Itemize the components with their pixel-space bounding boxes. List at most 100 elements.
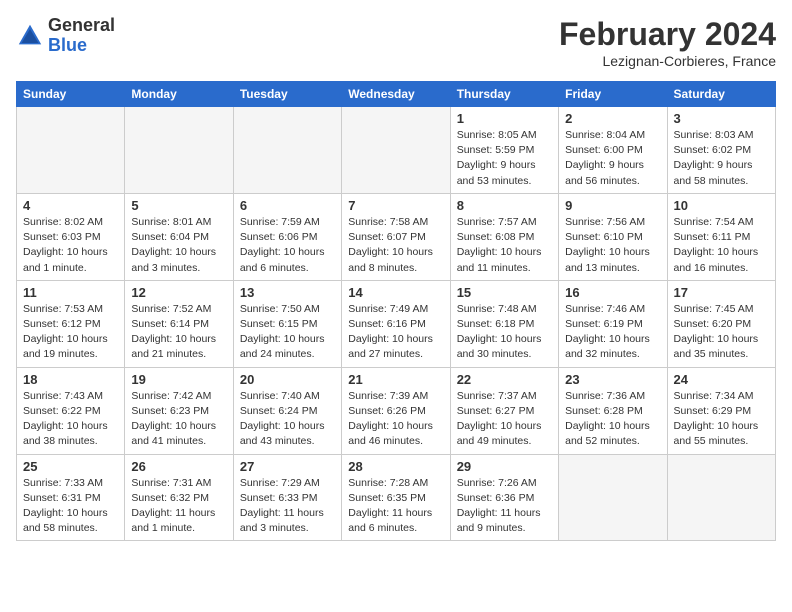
calendar-day-cell: 17Sunrise: 7:45 AMSunset: 6:20 PMDayligh…	[667, 280, 775, 367]
day-info: Sunrise: 8:04 AMSunset: 6:00 PMDaylight:…	[565, 128, 660, 189]
day-info: Sunrise: 7:53 AMSunset: 6:12 PMDaylight:…	[23, 302, 118, 363]
calendar-day-cell: 2 Sunrise: 8:04 AMSunset: 6:00 PMDaylight…	[559, 107, 667, 194]
day-number: 22	[457, 372, 552, 387]
calendar-day-cell: 23 Sunrise: 7:36 AMSunset: 6:28 PMDayligh…	[559, 367, 667, 454]
day-info: Sunrise: 7:46 AMSunset: 6:19 PMDaylight:…	[565, 302, 660, 363]
day-info: Sunrise: 7:59 AMSunset: 6:06 PMDaylight:…	[240, 215, 335, 276]
calendar-day-cell: 24Sunrise: 7:34 AMSunset: 6:29 PMDayligh…	[667, 367, 775, 454]
calendar-day-cell: 19 Sunrise: 7:42 AMSunset: 6:23 PMDayligh…	[125, 367, 233, 454]
day-info: Sunrise: 7:54 AMSunset: 6:11 PMDaylight:…	[674, 215, 769, 276]
day-info: Sunrise: 8:05 AMSunset: 5:59 PMDaylight:…	[457, 128, 552, 189]
calendar-body: 1 Sunrise: 8:05 AMSunset: 5:59 PMDaylight…	[17, 107, 776, 541]
day-number: 27	[240, 459, 335, 474]
calendar-table: SundayMondayTuesdayWednesdayThursdayFrid…	[16, 81, 776, 541]
weekday-header-cell: Saturday	[667, 82, 775, 107]
calendar-day-cell: 18 Sunrise: 7:43 AMSunset: 6:22 PMDayligh…	[17, 367, 125, 454]
day-info: Sunrise: 8:02 AMSunset: 6:03 PMDaylight:…	[23, 215, 118, 276]
day-info: Sunrise: 7:58 AMSunset: 6:07 PMDaylight:…	[348, 215, 443, 276]
day-number: 4	[23, 198, 118, 213]
calendar-header: SundayMondayTuesdayWednesdayThursdayFrid…	[17, 82, 776, 107]
weekday-header-cell: Wednesday	[342, 82, 450, 107]
logo-general-text: General	[48, 16, 115, 36]
month-year-title: February 2024	[559, 16, 776, 53]
calendar-day-cell	[667, 454, 775, 541]
day-info: Sunrise: 7:39 AMSunset: 6:26 PMDaylight:…	[348, 389, 443, 450]
calendar-day-cell: 16 Sunrise: 7:46 AMSunset: 6:19 PMDayligh…	[559, 280, 667, 367]
day-info: Sunrise: 7:52 AMSunset: 6:14 PMDaylight:…	[131, 302, 226, 363]
calendar-day-cell	[559, 454, 667, 541]
logo-blue-text: Blue	[48, 36, 115, 56]
calendar-day-cell: 27 Sunrise: 7:29 AMSunset: 6:33 PMDayligh…	[233, 454, 341, 541]
calendar-day-cell: 9 Sunrise: 7:56 AMSunset: 6:10 PMDaylight…	[559, 193, 667, 280]
day-number: 25	[23, 459, 118, 474]
calendar-week-row: 4 Sunrise: 8:02 AMSunset: 6:03 PMDaylight…	[17, 193, 776, 280]
day-number: 21	[348, 372, 443, 387]
calendar-day-cell	[125, 107, 233, 194]
day-number: 2	[565, 111, 660, 126]
calendar-week-row: 11 Sunrise: 7:53 AMSunset: 6:12 PMDayligh…	[17, 280, 776, 367]
day-number: 12	[131, 285, 226, 300]
calendar-day-cell: 4 Sunrise: 8:02 AMSunset: 6:03 PMDaylight…	[17, 193, 125, 280]
day-number: 19	[131, 372, 226, 387]
day-number: 18	[23, 372, 118, 387]
day-info: Sunrise: 7:50 AMSunset: 6:15 PMDaylight:…	[240, 302, 335, 363]
calendar-day-cell: 1 Sunrise: 8:05 AMSunset: 5:59 PMDaylight…	[450, 107, 558, 194]
weekday-header-cell: Friday	[559, 82, 667, 107]
day-info: Sunrise: 7:43 AMSunset: 6:22 PMDaylight:…	[23, 389, 118, 450]
day-info: Sunrise: 7:29 AMSunset: 6:33 PMDaylight:…	[240, 476, 335, 537]
title-block: February 2024 Lezignan-Corbieres, France	[559, 16, 776, 69]
day-number: 9	[565, 198, 660, 213]
calendar-day-cell: 21 Sunrise: 7:39 AMSunset: 6:26 PMDayligh…	[342, 367, 450, 454]
day-info: Sunrise: 7:57 AMSunset: 6:08 PMDaylight:…	[457, 215, 552, 276]
calendar-day-cell: 13 Sunrise: 7:50 AMSunset: 6:15 PMDayligh…	[233, 280, 341, 367]
day-number: 28	[348, 459, 443, 474]
day-number: 16	[565, 285, 660, 300]
calendar-day-cell: 5 Sunrise: 8:01 AMSunset: 6:04 PMDaylight…	[125, 193, 233, 280]
day-info: Sunrise: 7:48 AMSunset: 6:18 PMDaylight:…	[457, 302, 552, 363]
day-info: Sunrise: 7:56 AMSunset: 6:10 PMDaylight:…	[565, 215, 660, 276]
calendar-day-cell: 12 Sunrise: 7:52 AMSunset: 6:14 PMDayligh…	[125, 280, 233, 367]
calendar-day-cell: 7 Sunrise: 7:58 AMSunset: 6:07 PMDaylight…	[342, 193, 450, 280]
calendar-day-cell: 11 Sunrise: 7:53 AMSunset: 6:12 PMDayligh…	[17, 280, 125, 367]
day-number: 20	[240, 372, 335, 387]
day-info: Sunrise: 8:03 AMSunset: 6:02 PMDaylight:…	[674, 128, 769, 189]
day-number: 6	[240, 198, 335, 213]
day-number: 11	[23, 285, 118, 300]
day-number: 3	[674, 111, 769, 126]
calendar-day-cell	[17, 107, 125, 194]
logo-icon	[16, 22, 44, 50]
day-number: 15	[457, 285, 552, 300]
weekday-header-cell: Tuesday	[233, 82, 341, 107]
calendar-day-cell: 26Sunrise: 7:31 AMSunset: 6:32 PMDayligh…	[125, 454, 233, 541]
calendar-day-cell: 29Sunrise: 7:26 AMSunset: 6:36 PMDayligh…	[450, 454, 558, 541]
day-info: Sunrise: 8:01 AMSunset: 6:04 PMDaylight:…	[131, 215, 226, 276]
day-number: 29	[457, 459, 552, 474]
calendar-day-cell: 6 Sunrise: 7:59 AMSunset: 6:06 PMDaylight…	[233, 193, 341, 280]
day-number: 1	[457, 111, 552, 126]
calendar-week-row: 1 Sunrise: 8:05 AMSunset: 5:59 PMDaylight…	[17, 107, 776, 194]
calendar-day-cell: 15 Sunrise: 7:48 AMSunset: 6:18 PMDayligh…	[450, 280, 558, 367]
calendar-day-cell: 22Sunrise: 7:37 AMSunset: 6:27 PMDayligh…	[450, 367, 558, 454]
calendar-week-row: 25Sunrise: 7:33 AMSunset: 6:31 PMDayligh…	[17, 454, 776, 541]
day-info: Sunrise: 7:42 AMSunset: 6:23 PMDaylight:…	[131, 389, 226, 450]
day-number: 13	[240, 285, 335, 300]
day-info: Sunrise: 7:45 AMSunset: 6:20 PMDaylight:…	[674, 302, 769, 363]
day-info: Sunrise: 7:31 AMSunset: 6:32 PMDaylight:…	[131, 476, 226, 537]
weekday-header-cell: Thursday	[450, 82, 558, 107]
day-info: Sunrise: 7:36 AMSunset: 6:28 PMDaylight:…	[565, 389, 660, 450]
weekday-header-row: SundayMondayTuesdayWednesdayThursdayFrid…	[17, 82, 776, 107]
calendar-day-cell: 10Sunrise: 7:54 AMSunset: 6:11 PMDayligh…	[667, 193, 775, 280]
day-number: 7	[348, 198, 443, 213]
weekday-header-cell: Monday	[125, 82, 233, 107]
day-number: 5	[131, 198, 226, 213]
logo: General Blue	[16, 16, 115, 56]
page-header: General Blue February 2024 Lezignan-Corb…	[16, 16, 776, 69]
day-number: 24	[674, 372, 769, 387]
calendar-day-cell: 28Sunrise: 7:28 AMSunset: 6:35 PMDayligh…	[342, 454, 450, 541]
day-number: 23	[565, 372, 660, 387]
calendar-day-cell: 3 Sunrise: 8:03 AMSunset: 6:02 PMDaylight…	[667, 107, 775, 194]
calendar-day-cell: 8 Sunrise: 7:57 AMSunset: 6:08 PMDaylight…	[450, 193, 558, 280]
calendar-day-cell: 20Sunrise: 7:40 AMSunset: 6:24 PMDayligh…	[233, 367, 341, 454]
day-number: 8	[457, 198, 552, 213]
day-info: Sunrise: 7:49 AMSunset: 6:16 PMDaylight:…	[348, 302, 443, 363]
